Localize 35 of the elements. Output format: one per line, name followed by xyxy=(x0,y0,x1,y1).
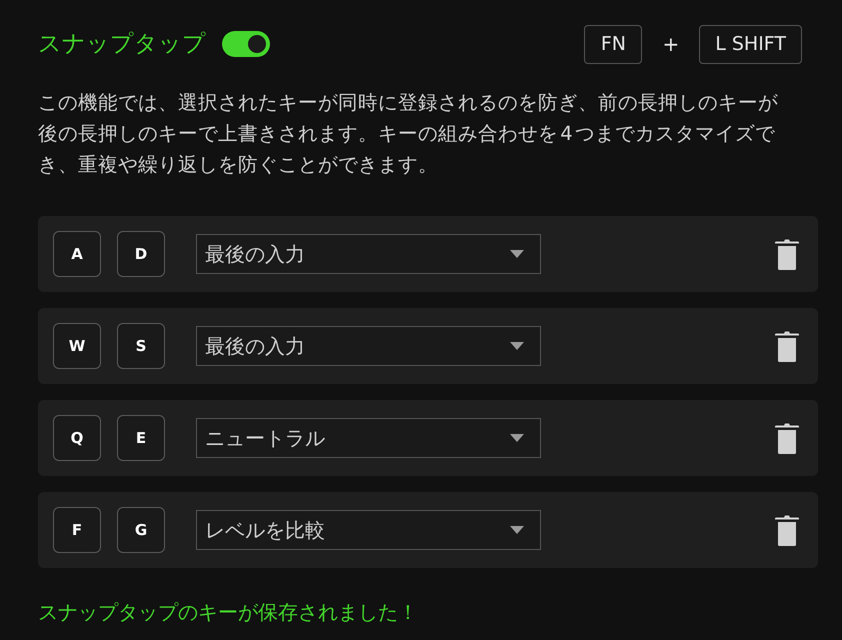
dropdown-value: レベルを比較 xyxy=(205,516,325,544)
keycap[interactable]: E xyxy=(117,415,165,461)
keycap[interactable]: Q xyxy=(53,415,101,461)
trash-icon xyxy=(775,514,799,546)
status-message: スナップタップのキーが保存されました！ xyxy=(38,599,419,626)
mode-dropdown[interactable]: レベルを比較 xyxy=(196,510,541,550)
keycap[interactable]: W xyxy=(53,323,101,369)
trash-icon xyxy=(775,238,799,270)
keycap[interactable]: F xyxy=(53,507,101,553)
trash-icon xyxy=(775,330,799,362)
delete-button[interactable] xyxy=(775,422,799,454)
mode-dropdown[interactable]: ニュートラル xyxy=(196,418,541,458)
dropdown-value: 最後の入力 xyxy=(205,240,305,268)
shortcut-keycap[interactable]: FN xyxy=(584,24,642,64)
dropdown-value: ニュートラル xyxy=(205,424,325,452)
feature-title: スナップタップ xyxy=(38,30,206,59)
keycap[interactable]: A xyxy=(53,231,101,277)
dropdown-caret-icon xyxy=(510,526,524,534)
mode-dropdown[interactable]: 最後の入力 xyxy=(196,234,541,274)
keycap[interactable]: D xyxy=(117,231,165,277)
delete-button[interactable] xyxy=(775,514,799,546)
keycap[interactable]: S xyxy=(117,323,165,369)
toggle-switch[interactable] xyxy=(222,31,270,57)
dropdown-caret-icon xyxy=(510,434,524,442)
keycap[interactable]: G xyxy=(117,507,165,553)
delete-button[interactable] xyxy=(775,238,799,270)
shortcut-keycap[interactable]: L SHIFT xyxy=(699,24,802,64)
mode-dropdown[interactable]: 最後の入力 xyxy=(196,326,541,366)
description-text: この機能では、選択されたキーが同時に登録されるのを防ぎ、前の長押しのキーが後の長押しのキーで上書きされます。キーの組み合わせを 4 つまでカスタマイズでき、重複や繰り返しを防ぐことができます。 xyxy=(38,90,779,178)
dropdown-caret-icon xyxy=(510,342,524,350)
dropdown-caret-icon xyxy=(510,250,524,258)
plus-sign: + xyxy=(661,32,680,56)
delete-button[interactable] xyxy=(775,330,799,362)
dropdown-value: 最後の入力 xyxy=(205,332,305,360)
trash-icon xyxy=(775,422,799,454)
